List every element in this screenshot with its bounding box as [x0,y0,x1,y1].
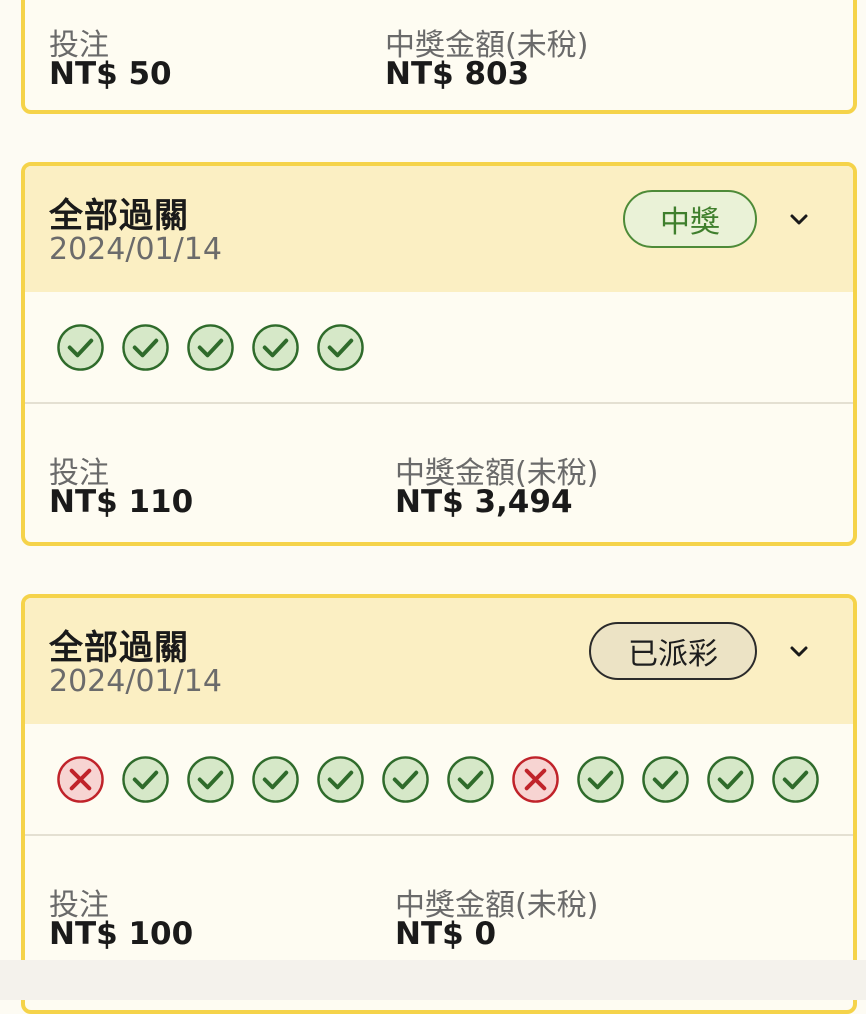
x-circle-icon [57,755,104,803]
check-circle-icon [122,755,169,803]
check-circle-icon [57,323,104,371]
bet-card-3: 全部過關 2024/01/14 已派彩 投注 NT$ 100 中獎金額(未稅) … [21,594,857,1014]
check-circle-icon [187,755,234,803]
check-circle-icon [707,755,754,803]
bet-card-2: 全部過關 2024/01/14 中獎 投注 NT$ 110 中獎金額(未稅) N… [21,162,857,546]
check-circle-icon [252,755,299,803]
bet-date: 2024/01/14 [49,232,222,267]
check-circle-icon [122,323,169,371]
x-circle-icon [512,755,559,803]
check-circle-icon [382,755,429,803]
stake-value: NT$ 100 [49,916,194,952]
card-header[interactable]: 全部過關 2024/01/14 中獎 [25,166,853,292]
leg-results [25,292,853,404]
status-badge: 已派彩 [589,622,757,680]
check-circle-icon [577,755,624,803]
check-circle-icon [317,323,364,371]
payout-value: NT$ 803 [385,56,530,92]
check-circle-icon [187,323,234,371]
check-circle-icon [772,755,819,803]
card-header[interactable]: 全部過關 2024/01/14 已派彩 [25,598,853,724]
bet-type-title: 全部過關 [49,628,189,668]
chevron-down-icon[interactable] [785,638,813,666]
stake-value: NT$ 50 [49,56,172,92]
bottom-strip [0,960,866,1000]
bet-card-1: 投注 NT$ 50 中獎金額(未稅) NT$ 803 [21,0,857,114]
check-circle-icon [447,755,494,803]
check-circle-icon [642,755,689,803]
check-circle-icon [317,755,364,803]
check-circle-icon [252,323,299,371]
bet-date: 2024/01/14 [49,664,222,699]
payout-value: NT$ 3,494 [395,484,573,520]
stake-value: NT$ 110 [49,484,194,520]
bet-type-title: 全部過關 [49,196,189,236]
payout-value: NT$ 0 [395,916,497,952]
leg-results [25,724,853,836]
status-badge: 中獎 [623,190,757,248]
chevron-down-icon[interactable] [785,206,813,234]
